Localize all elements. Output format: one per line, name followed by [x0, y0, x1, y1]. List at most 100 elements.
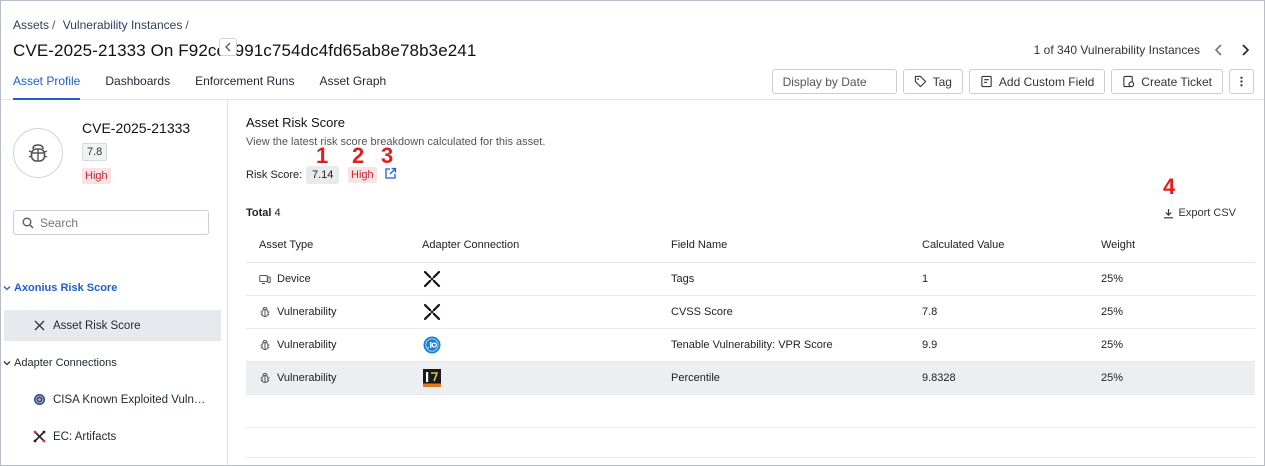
axonius-x-logo-icon [422, 302, 442, 322]
column-header-calculated-value[interactable]: Calculated Value [922, 239, 1101, 251]
breadcrumb-separator: / [52, 18, 56, 32]
table-row[interactable]: Vulnerability Tenable Vulnerability: VPR… [246, 329, 1255, 362]
cell-calculated-value: 1 [922, 273, 929, 285]
create-ticket-label: Create Ticket [1141, 74, 1212, 89]
tenable-io-logo-icon [422, 335, 442, 355]
asset-type-text: Device [277, 273, 311, 285]
vulnerability-bug-icon [260, 306, 270, 317]
sidebar-asset-name: CVE-2025-21333 [82, 120, 191, 136]
external-link-icon[interactable] [384, 167, 397, 180]
sidebar-group-axonius-risk-score[interactable]: Axonius Risk Score [3, 282, 117, 294]
risk-score-table: Asset Type Adapter Connection Field Name… [246, 227, 1255, 428]
asset-type-text: Vulnerability [277, 339, 337, 351]
display-by-date-input[interactable]: Display by Date [771, 69, 897, 94]
sidebar-item-label: CISA Known Exploited Vulnerabilities [53, 393, 211, 406]
export-csv-label: Export CSV [1178, 207, 1236, 219]
annotation-marker-2: 2 [352, 143, 365, 168]
tab-asset-graph[interactable]: Asset Graph [319, 74, 386, 100]
display-by-date-placeholder: Display by Date [782, 74, 867, 89]
cell-calculated-value: 9.9 [922, 339, 938, 351]
breadcrumb: Assets / Vulnerability Instances / [13, 18, 193, 32]
table-row[interactable]: Device Tags 1 25% [246, 263, 1255, 296]
export-csv-button[interactable]: Export CSV [1163, 207, 1236, 219]
cell-calculated-value: 7.8 [922, 306, 938, 318]
sidebar-group-adapter-connections[interactable]: Adapter Connections [3, 357, 117, 369]
app-window: Assets / Vulnerability Instances / CVE-202… [0, 0, 1265, 466]
table-row[interactable]: Vulnerability CVSS Score 7.8 25% [246, 296, 1255, 329]
column-header-asset-type[interactable]: Asset Type [246, 239, 422, 251]
device-icon [259, 275, 271, 284]
cell-weight: 25% [1101, 273, 1124, 285]
empty-table-row [246, 395, 1255, 428]
chevron-down-icon [3, 286, 11, 291]
tab-dashboards[interactable]: Dashboards [105, 74, 170, 100]
cell-adapter [422, 368, 671, 388]
cell-field-name: CVSS Score [671, 306, 733, 318]
chevron-right-icon[interactable] [1238, 43, 1252, 57]
cell-asset-type: Vulnerability [246, 372, 422, 384]
chevron-left-icon[interactable] [1212, 43, 1226, 57]
add-custom-field-button[interactable]: Add Custom Field [968, 69, 1106, 94]
cell-weight: 25% [1101, 339, 1124, 351]
sidebar: CVE-2025-21333 7.8 High Axonius Risk Sco… [1, 100, 228, 465]
cell-asset-type: Device [246, 273, 422, 285]
tab-bar: Asset Profile Dashboards Enforcement Run… [13, 74, 411, 100]
sidebar-severity-badge: High [82, 168, 111, 184]
sidebar-search[interactable] [13, 210, 209, 235]
tab-asset-profile[interactable]: Asset Profile [13, 74, 81, 100]
tag-button[interactable]: Tag [902, 69, 963, 94]
vulnerability-bug-icon [260, 372, 270, 383]
breadcrumb-assets[interactable]: Assets [13, 18, 49, 32]
column-header-weight[interactable]: Weight [1101, 239, 1251, 251]
vulnerability-bug-icon [260, 339, 270, 350]
sidebar-score-badge: 7.8 [82, 143, 108, 161]
tab-enforcement-runs[interactable]: Enforcement Runs [195, 74, 294, 100]
column-header-adapter-connection[interactable]: Adapter Connection [422, 239, 671, 251]
tag-icon [914, 75, 926, 88]
cell-field-name: Percentile [671, 372, 720, 384]
table-bottom-divider [246, 457, 1255, 458]
collapse-sidebar-button[interactable] [219, 38, 237, 56]
add-custom-field-label: Add Custom Field [998, 74, 1095, 89]
table-header: Asset Type Adapter Connection Field Name… [246, 227, 1255, 263]
asset-type-text: Vulnerability [277, 306, 337, 318]
instance-pager: 1 of 340 Vulnerability Instances [1034, 43, 1252, 57]
cell-weight: 25% [1101, 306, 1124, 318]
page-title: CVE-2025-21333 On F92cec991c754dc4fd65ab… [13, 41, 477, 60]
search-icon [22, 217, 34, 228]
sidebar-item-ec-artifacts[interactable]: EC: Artifacts [4, 421, 221, 452]
total-count: Total 4 [246, 207, 281, 219]
ticket-icon [1123, 75, 1135, 88]
sidebar-group-label: Axonius Risk Score [14, 282, 118, 294]
sidebar-search-input[interactable] [40, 215, 200, 230]
column-header-field-name[interactable]: Field Name [671, 239, 922, 251]
total-label: Total [246, 207, 272, 219]
annotation-marker-4: 4 [1163, 174, 1176, 199]
vulnerability-bug-icon [28, 144, 48, 162]
tag-button-label: Tag [932, 74, 952, 89]
chevron-down-icon [3, 361, 11, 366]
risk-severity-badge: High [348, 167, 377, 183]
cell-calculated-value: 9.8328 [922, 372, 956, 384]
total-number: 4 [274, 207, 281, 219]
custom-field-icon [981, 75, 992, 88]
cell-asset-type: Vulnerability [246, 339, 422, 351]
axonius-x-logo-icon [422, 269, 442, 289]
cell-field-name: Tenable Vulnerability: VPR Score [671, 339, 833, 351]
sidebar-item-asset-risk-score[interactable]: Asset Risk Score [4, 310, 221, 341]
section-title: Asset Risk Score [246, 115, 345, 130]
breadcrumb-vulnerability-instances[interactable]: Vulnerability Instances [63, 18, 183, 32]
toolbar: Display by Date Tag Add Custom Field Cre… [771, 69, 1254, 94]
create-ticket-button[interactable]: Create Ticket [1111, 69, 1223, 94]
sidebar-item-cisa-kev[interactable]: CISA Known Exploited Vulnerabilities [4, 384, 221, 415]
table-row[interactable]: Vulnerability Percentile 9.8328 25% [246, 362, 1255, 395]
epss-logo-icon [422, 368, 442, 388]
annotation-marker-3: 3 [381, 143, 394, 168]
more-options-button[interactable] [1229, 69, 1254, 94]
pager-text: 1 of 340 Vulnerability Instances [1033, 43, 1200, 57]
section-description: View the latest risk score breakdown cal… [246, 136, 546, 148]
ec-artifacts-icon [33, 430, 46, 443]
axonius-x-icon [34, 320, 45, 331]
cell-adapter [422, 269, 671, 289]
cisa-seal-icon [34, 394, 45, 405]
